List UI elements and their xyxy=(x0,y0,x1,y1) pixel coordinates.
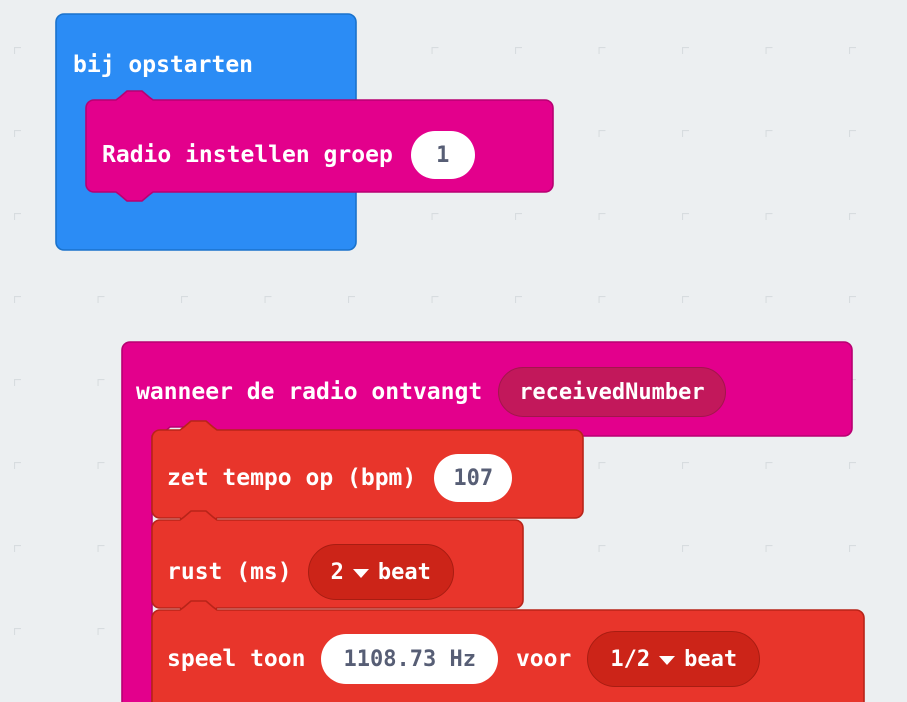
rest-beat-dropdown[interactable]: 2 beat xyxy=(307,544,454,600)
on-start-label: bij opstarten xyxy=(73,52,254,78)
received-number-variable-field[interactable]: receivedNumber xyxy=(498,367,726,417)
music-play-tone-row: speel toon 1108.73 Hz voor 1/2 beat xyxy=(167,631,761,687)
chevron-down-icon xyxy=(352,568,369,578)
rest-beat-suffix: beat xyxy=(377,559,431,585)
music-set-tempo-row: zet tempo op (bpm) 107 xyxy=(167,454,513,502)
music-play-tone-label: speel toon xyxy=(167,645,306,672)
tone-duration-dropdown[interactable]: 1/2 beat xyxy=(587,631,761,687)
tone-duration-suffix: beat xyxy=(684,646,738,672)
radio-set-group-row: Radio instellen groep 1 xyxy=(102,131,475,179)
radio-set-group-label: Radio instellen groep xyxy=(102,141,393,168)
rest-beat-value: 2 xyxy=(330,559,344,585)
music-set-tempo-label: zet tempo op (bpm) xyxy=(167,464,417,491)
music-play-tone-block[interactable]: speel toon 1108.73 Hz voor 1/2 beat xyxy=(151,600,865,702)
music-set-tempo-block[interactable]: zet tempo op (bpm) 107 xyxy=(151,420,584,528)
tone-duration-value: 1/2 xyxy=(610,646,651,672)
radio-group-number-field[interactable]: 1 xyxy=(410,131,475,179)
tone-frequency-field[interactable]: 1108.73 Hz xyxy=(321,634,498,684)
radio-set-group-block[interactable]: Radio instellen groep 1 xyxy=(85,90,554,202)
radio-on-received-label: wanneer de radio ontvangt xyxy=(136,378,483,405)
chevron-down-icon-2 xyxy=(659,655,676,665)
music-rest-label: rust (ms) xyxy=(167,558,292,585)
music-rest-row: rust (ms) 2 beat xyxy=(167,544,454,600)
on-start-label-row: bij opstarten xyxy=(73,54,253,77)
music-play-tone-label-2: voor xyxy=(515,645,572,672)
blocks-workspace[interactable]: bij opstarten Radio instellen groep 1 wa… xyxy=(0,0,907,702)
music-rest-block[interactable]: rust (ms) 2 beat xyxy=(151,510,524,618)
radio-on-received-row: wanneer de radio ontvangt receivedNumber xyxy=(136,367,726,417)
tempo-bpm-field[interactable]: 107 xyxy=(434,454,513,502)
